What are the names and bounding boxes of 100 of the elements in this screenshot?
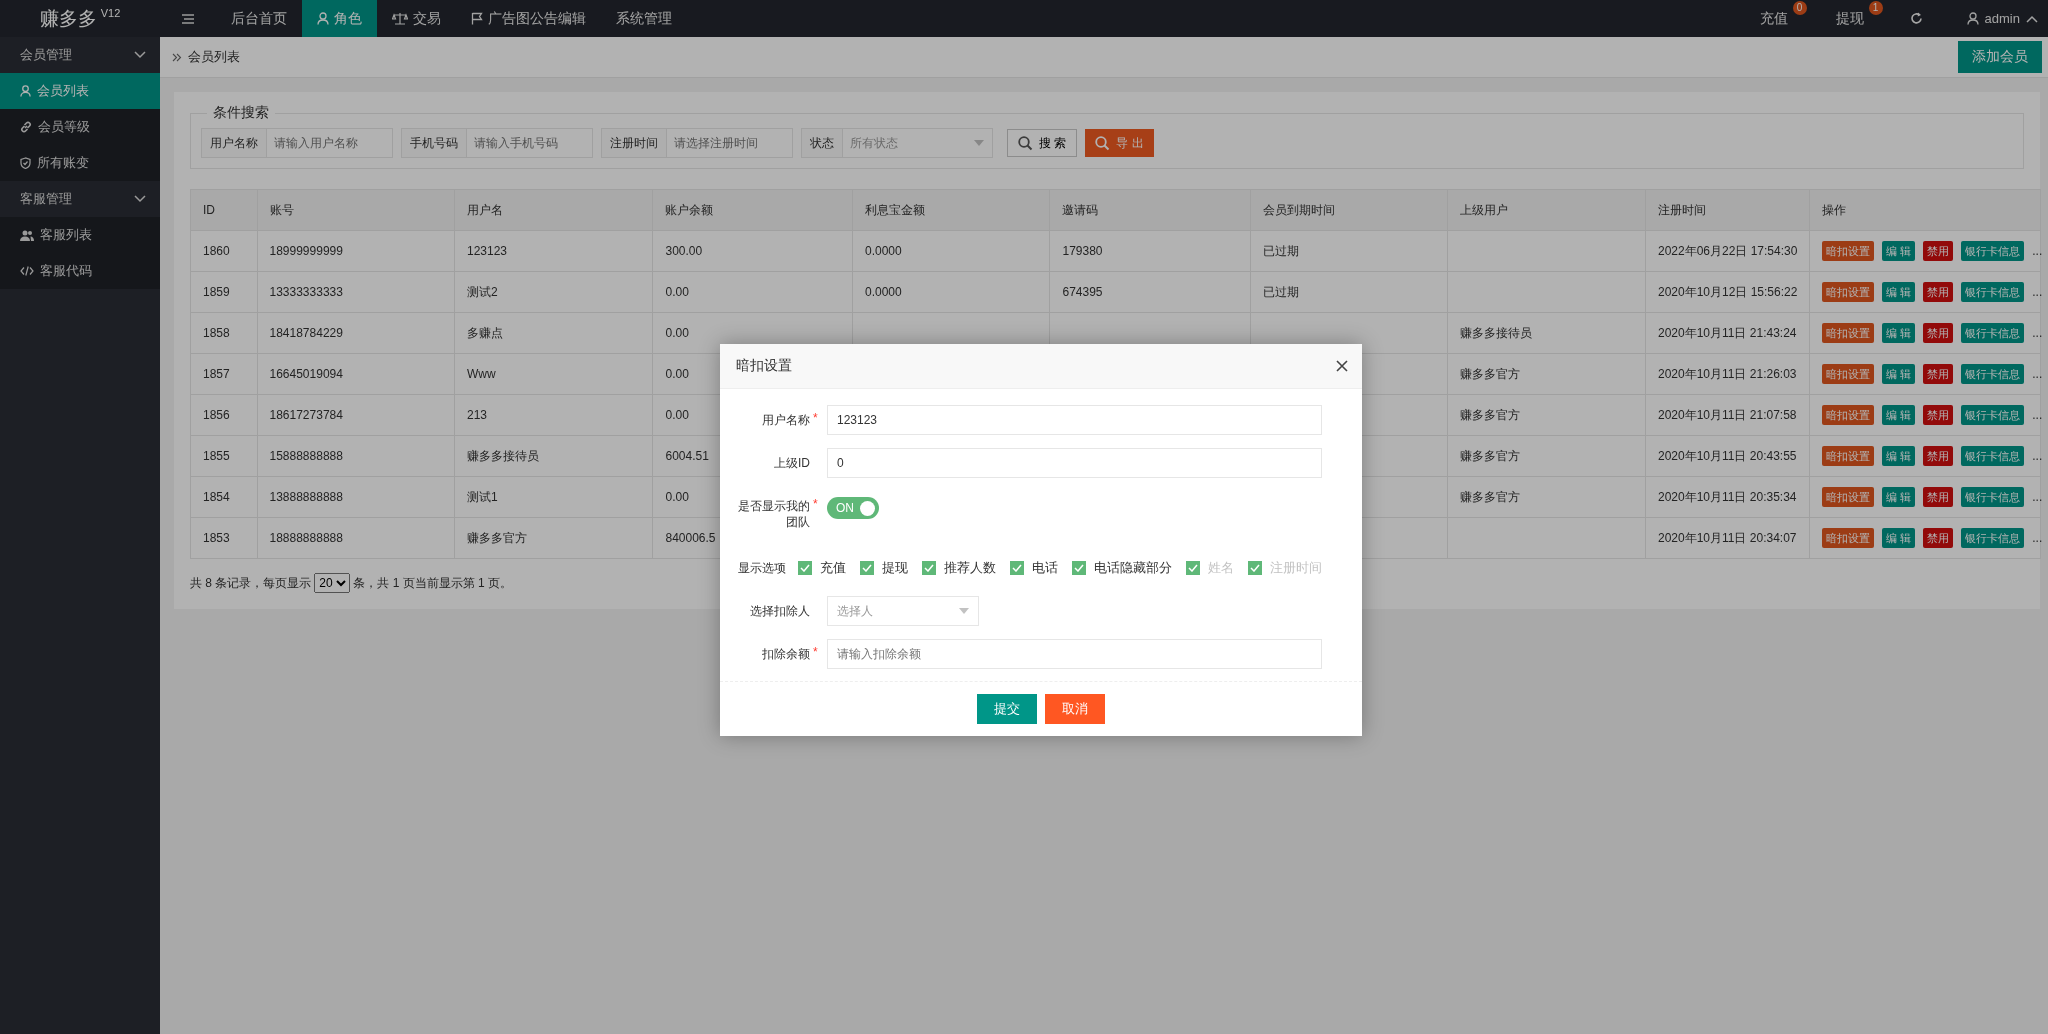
checkbox[interactable] — [798, 561, 812, 575]
table-cell: 0.00 — [653, 271, 853, 313]
action-button[interactable]: 暗扣设置 — [1822, 282, 1875, 302]
export-button[interactable]: 导 出 — [1085, 129, 1154, 157]
action-button[interactable]: 银行卡信息 — [1961, 323, 2025, 343]
search-field[interactable]: 请输入用户名称 — [267, 128, 393, 158]
more-link[interactable]: ... — [2032, 244, 2043, 258]
action-button[interactable]: 银行卡信息 — [1961, 364, 2025, 384]
sidebar-item[interactable]: 所有账变 — [0, 145, 160, 181]
checkbox[interactable] — [860, 561, 874, 575]
table-cell: 2020年10月11日 21:26:03 — [1645, 353, 1810, 395]
action-button[interactable]: 禁用 — [1923, 241, 1954, 261]
page-size-select[interactable]: 20 — [314, 573, 351, 593]
add-member-button[interactable]: 添加会员 — [1958, 41, 2042, 73]
table-cell: 16645019094 — [257, 353, 455, 395]
breadcrumb: 会员列表 — [188, 48, 240, 66]
action-button[interactable]: 编 辑 — [1882, 364, 1916, 384]
action-button[interactable]: 编 辑 — [1882, 405, 1916, 425]
column-header: 注册时间 — [1645, 189, 1810, 231]
table-cell: 2020年10月12日 15:56:22 — [1645, 271, 1810, 313]
user-menu[interactable]: admin — [1944, 0, 2048, 37]
text-field[interactable]: 123123 — [827, 405, 1322, 435]
table-cell: 测试2 — [454, 271, 653, 313]
table-cell: 2020年10月11日 20:34:07 — [1645, 517, 1810, 559]
nav-tab[interactable]: 后台首页 — [216, 0, 302, 37]
nav-tab[interactable]: 角色 — [302, 0, 377, 37]
checkbox[interactable] — [922, 561, 936, 575]
caret-icon — [974, 140, 984, 146]
action-button[interactable]: 银行卡信息 — [1961, 405, 2025, 425]
sidebar-item[interactable]: 会员等级 — [0, 109, 160, 145]
action-button[interactable]: 编 辑 — [1882, 446, 1916, 466]
nav-tab[interactable]: 广告图公告编辑 — [456, 0, 601, 37]
column-header: 邀请码 — [1049, 189, 1251, 231]
table-cell: 1858 — [190, 312, 257, 354]
action-button[interactable]: 暗扣设置 — [1822, 528, 1875, 548]
action-button[interactable]: 银行卡信息 — [1961, 282, 2025, 302]
search-field[interactable]: 请输入手机号码 — [467, 128, 593, 158]
table-cell: 多赚点 — [454, 312, 653, 354]
action-button[interactable]: 禁用 — [1923, 364, 1954, 384]
action-button[interactable]: 银行卡信息 — [1961, 446, 2025, 466]
action-button[interactable]: 编 辑 — [1882, 528, 1916, 548]
sidebar-item[interactable]: 客服代码 — [0, 253, 160, 289]
pager-text: 共 8 条记录，每页显示 — [190, 574, 312, 592]
toggle-switch[interactable]: ON — [827, 497, 879, 519]
close-icon[interactable] — [1336, 360, 1348, 372]
search-button[interactable]: 搜 索 — [1007, 129, 1078, 157]
action-button[interactable]: 编 辑 — [1882, 323, 1916, 343]
action-button[interactable]: 银行卡信息 — [1961, 487, 2025, 507]
more-link[interactable]: ... — [2032, 285, 2043, 299]
action-button[interactable]: 暗扣设置 — [1822, 323, 1875, 343]
action-button[interactable]: 编 辑 — [1882, 241, 1916, 261]
action-button[interactable]: 编 辑 — [1882, 487, 1916, 507]
action-button[interactable]: 禁用 — [1923, 323, 1954, 343]
sidebar-item[interactable]: 客服列表 — [0, 217, 160, 253]
action-button[interactable]: 禁用 — [1923, 487, 1954, 507]
table-cell: 赚多多接待员 — [454, 435, 653, 477]
action-button[interactable]: 银行卡信息 — [1961, 528, 2025, 548]
action-button[interactable]: 暗扣设置 — [1822, 241, 1875, 261]
select-field[interactable]: 所有状态 — [843, 128, 993, 158]
checkbox-option[interactable]: 电话 — [1010, 559, 1058, 577]
link-icon — [20, 121, 32, 133]
table-cell: 300.00 — [653, 230, 853, 272]
action-button[interactable]: 暗扣设置 — [1822, 405, 1875, 425]
more-link[interactable]: ... — [2032, 490, 2043, 504]
checkbox-option[interactable]: 提现 — [860, 559, 908, 577]
checkbox[interactable] — [1010, 561, 1024, 575]
field-label: 用户名称 — [201, 128, 267, 158]
table-cell: 15888888888 — [257, 435, 455, 477]
action-button[interactable]: 禁用 — [1923, 282, 1954, 302]
nav-tab[interactable]: 交易 — [377, 0, 456, 37]
action-button[interactable]: 暗扣设置 — [1822, 487, 1875, 507]
select-field[interactable]: 选择人 — [827, 596, 979, 626]
checkbox-option[interactable]: 推荐人数 — [922, 559, 996, 577]
nav-tab[interactable]: 系统管理 — [601, 0, 687, 37]
sidebar-item[interactable]: 会员列表 — [0, 73, 160, 109]
more-link[interactable]: ... — [2032, 449, 2043, 463]
action-button[interactable]: 暗扣设置 — [1822, 364, 1875, 384]
checkbox-option[interactable]: 充值 — [798, 559, 846, 577]
sidebar-group[interactable]: 客服管理 — [0, 181, 160, 217]
cancel-button[interactable]: 取消 — [1045, 694, 1105, 724]
table-cell: 18999999999 — [257, 230, 455, 272]
more-link[interactable]: ... — [2032, 367, 2043, 381]
submit-button[interactable]: 提交 — [977, 694, 1037, 724]
action-button[interactable]: 禁用 — [1923, 405, 1954, 425]
checkbox[interactable] — [1072, 561, 1086, 575]
text-field[interactable]: 0 — [827, 448, 1322, 478]
action-button[interactable]: 禁用 — [1923, 446, 1954, 466]
field-label: 手机号码 — [401, 128, 467, 158]
search-field[interactable]: 请选择注册时间 — [667, 128, 793, 158]
action-button[interactable]: 银行卡信息 — [1961, 241, 2025, 261]
action-button[interactable]: 编 辑 — [1882, 282, 1916, 302]
more-link[interactable]: ... — [2032, 408, 2043, 422]
action-button[interactable]: 暗扣设置 — [1822, 446, 1875, 466]
more-link[interactable]: ... — [2032, 531, 2043, 545]
sidebar-group[interactable]: 会员管理 — [0, 37, 160, 73]
more-link[interactable]: ... — [2032, 326, 2043, 340]
checkbox-option[interactable]: 电话隐藏部分 — [1072, 559, 1172, 577]
required-mark: * — [812, 644, 819, 661]
action-button[interactable]: 禁用 — [1923, 528, 1954, 548]
text-field[interactable]: 请输入扣除余额 — [827, 639, 1322, 669]
